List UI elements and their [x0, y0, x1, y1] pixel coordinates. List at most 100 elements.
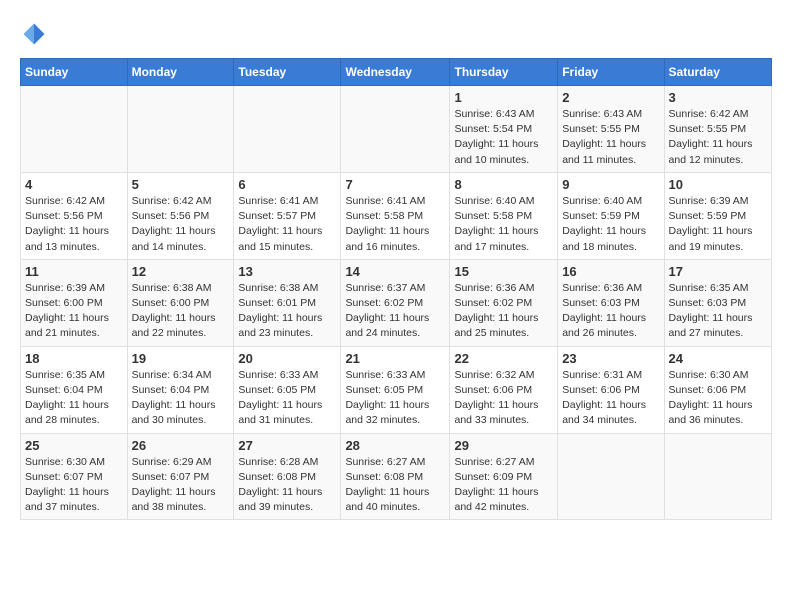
- day-number: 7: [345, 177, 445, 192]
- day-detail: Sunrise: 6:39 AM Sunset: 5:59 PM Dayligh…: [669, 194, 767, 255]
- day-number: 16: [562, 264, 659, 279]
- weekday-header-sunday: Sunday: [21, 59, 128, 86]
- calendar-week-3: 11Sunrise: 6:39 AM Sunset: 6:00 PM Dayli…: [21, 259, 772, 346]
- day-detail: Sunrise: 6:27 AM Sunset: 6:09 PM Dayligh…: [454, 455, 553, 516]
- day-detail: Sunrise: 6:42 AM Sunset: 5:55 PM Dayligh…: [669, 107, 767, 168]
- calendar-cell: 7Sunrise: 6:41 AM Sunset: 5:58 PM Daylig…: [341, 172, 450, 259]
- day-number: 14: [345, 264, 445, 279]
- day-detail: Sunrise: 6:30 AM Sunset: 6:07 PM Dayligh…: [25, 455, 123, 516]
- day-number: 19: [132, 351, 230, 366]
- calendar-cell: 21 Sunrise: 6:33 AM Sunset: 6:05 PM Dayli…: [341, 346, 450, 433]
- day-detail: Sunrise: 6:34 AM Sunset: 6:04 PM Dayligh…: [132, 368, 230, 429]
- day-number: 8: [454, 177, 553, 192]
- day-detail: Sunrise: 6:32 AM Sunset: 6:06 PM Dayligh…: [454, 368, 553, 429]
- day-number: 3: [669, 90, 767, 105]
- day-number: 28: [345, 438, 445, 453]
- day-detail: Sunrise: 6:40 AM Sunset: 5:58 PM Dayligh…: [454, 194, 553, 255]
- day-number: 24: [669, 351, 767, 366]
- day-detail: Sunrise: 6:31 AM Sunset: 6:06 PM Dayligh…: [562, 368, 659, 429]
- calendar-cell: 4 Sunrise: 6:42 AM Sunset: 5:56 PM Daylig…: [21, 172, 128, 259]
- day-number: 18: [25, 351, 123, 366]
- day-number: 29: [454, 438, 553, 453]
- calendar-cell: 14 Sunrise: 6:37 AM Sunset: 6:02 PM Dayli…: [341, 259, 450, 346]
- weekday-header-row: SundayMondayTuesdayWednesdayThursdayFrid…: [21, 59, 772, 86]
- day-detail: Sunrise: 6:42 AM Sunset: 5:56 PM Dayligh…: [132, 194, 230, 255]
- day-number: 15: [454, 264, 553, 279]
- calendar-cell: 24 Sunrise: 6:30 AM Sunset: 6:06 PM Dayli…: [664, 346, 771, 433]
- calendar-cell: 15 Sunrise: 6:36 AM Sunset: 6:02 PM Dayli…: [450, 259, 558, 346]
- day-detail: Sunrise: 6:36 AM Sunset: 6:02 PM Dayligh…: [454, 281, 553, 342]
- calendar-cell: 25 Sunrise: 6:30 AM Sunset: 6:07 PM Dayli…: [21, 433, 128, 520]
- day-detail: Sunrise: 6:33 AM Sunset: 6:05 PM Dayligh…: [238, 368, 336, 429]
- day-detail: Sunrise: 6:40 AM Sunset: 5:59 PM Dayligh…: [562, 194, 659, 255]
- day-detail: Sunrise: 6:41 AM Sunset: 5:57 PM Dayligh…: [238, 194, 336, 255]
- calendar-cell: 5 Sunrise: 6:42 AM Sunset: 5:56 PM Daylig…: [127, 172, 234, 259]
- day-detail: Sunrise: 6:29 AM Sunset: 6:07 PM Dayligh…: [132, 455, 230, 516]
- calendar-cell: 23 Sunrise: 6:31 AM Sunset: 6:06 PM Dayli…: [558, 346, 664, 433]
- calendar-cell: 6 Sunrise: 6:41 AM Sunset: 5:57 PM Daylig…: [234, 172, 341, 259]
- calendar-cell: [558, 433, 664, 520]
- calendar-table: SundayMondayTuesdayWednesdayThursdayFrid…: [20, 58, 772, 520]
- calendar-cell: 22 Sunrise: 6:32 AM Sunset: 6:06 PM Dayli…: [450, 346, 558, 433]
- calendar-cell: 26 Sunrise: 6:29 AM Sunset: 6:07 PM Dayli…: [127, 433, 234, 520]
- day-number: 1: [454, 90, 553, 105]
- calendar-cell: 1Sunrise: 6:43 AM Sunset: 5:54 PM Daylig…: [450, 86, 558, 173]
- day-number: 4: [25, 177, 123, 192]
- day-number: 6: [238, 177, 336, 192]
- calendar-cell: [127, 86, 234, 173]
- day-number: 9: [562, 177, 659, 192]
- calendar-cell: 27 Sunrise: 6:28 AM Sunset: 6:08 PM Dayli…: [234, 433, 341, 520]
- calendar-cell: 2 Sunrise: 6:43 AM Sunset: 5:55 PM Daylig…: [558, 86, 664, 173]
- logo-icon: [20, 20, 48, 48]
- calendar-cell: 17 Sunrise: 6:35 AM Sunset: 6:03 PM Dayli…: [664, 259, 771, 346]
- calendar-cell: 20 Sunrise: 6:33 AM Sunset: 6:05 PM Dayli…: [234, 346, 341, 433]
- calendar-week-4: 18 Sunrise: 6:35 AM Sunset: 6:04 PM Dayli…: [21, 346, 772, 433]
- day-number: 2: [562, 90, 659, 105]
- weekday-header-friday: Friday: [558, 59, 664, 86]
- calendar-cell: [21, 86, 128, 173]
- day-detail: Sunrise: 6:43 AM Sunset: 5:55 PM Dayligh…: [562, 107, 659, 168]
- day-number: 22: [454, 351, 553, 366]
- calendar-cell: [234, 86, 341, 173]
- calendar-cell: 19 Sunrise: 6:34 AM Sunset: 6:04 PM Dayli…: [127, 346, 234, 433]
- calendar-cell: [664, 433, 771, 520]
- calendar-cell: 8 Sunrise: 6:40 AM Sunset: 5:58 PM Daylig…: [450, 172, 558, 259]
- day-detail: Sunrise: 6:35 AM Sunset: 6:04 PM Dayligh…: [25, 368, 123, 429]
- day-number: 25: [25, 438, 123, 453]
- calendar-cell: 10 Sunrise: 6:39 AM Sunset: 5:59 PM Dayli…: [664, 172, 771, 259]
- day-number: 27: [238, 438, 336, 453]
- calendar-cell: 9 Sunrise: 6:40 AM Sunset: 5:59 PM Daylig…: [558, 172, 664, 259]
- day-number: 26: [132, 438, 230, 453]
- calendar-cell: 29 Sunrise: 6:27 AM Sunset: 6:09 PM Dayli…: [450, 433, 558, 520]
- weekday-header-wednesday: Wednesday: [341, 59, 450, 86]
- day-number: 12: [132, 264, 230, 279]
- day-detail: Sunrise: 6:33 AM Sunset: 6:05 PM Dayligh…: [345, 368, 445, 429]
- calendar-week-2: 4 Sunrise: 6:42 AM Sunset: 5:56 PM Daylig…: [21, 172, 772, 259]
- day-number: 17: [669, 264, 767, 279]
- day-detail: Sunrise: 6:42 AM Sunset: 5:56 PM Dayligh…: [25, 194, 123, 255]
- weekday-header-thursday: Thursday: [450, 59, 558, 86]
- header: [20, 20, 772, 48]
- day-detail: Sunrise: 6:37 AM Sunset: 6:02 PM Dayligh…: [345, 281, 445, 342]
- calendar-cell: [341, 86, 450, 173]
- day-detail: Sunrise: 6:35 AM Sunset: 6:03 PM Dayligh…: [669, 281, 767, 342]
- day-number: 13: [238, 264, 336, 279]
- day-detail: Sunrise: 6:38 AM Sunset: 6:00 PM Dayligh…: [132, 281, 230, 342]
- day-number: 23: [562, 351, 659, 366]
- day-number: 20: [238, 351, 336, 366]
- day-detail: Sunrise: 6:36 AM Sunset: 6:03 PM Dayligh…: [562, 281, 659, 342]
- calendar-week-5: 25 Sunrise: 6:30 AM Sunset: 6:07 PM Dayli…: [21, 433, 772, 520]
- day-detail: Sunrise: 6:30 AM Sunset: 6:06 PM Dayligh…: [669, 368, 767, 429]
- calendar-week-1: 1Sunrise: 6:43 AM Sunset: 5:54 PM Daylig…: [21, 86, 772, 173]
- calendar-cell: 16 Sunrise: 6:36 AM Sunset: 6:03 PM Dayli…: [558, 259, 664, 346]
- logo: [20, 20, 52, 48]
- day-detail: Sunrise: 6:39 AM Sunset: 6:00 PM Dayligh…: [25, 281, 123, 342]
- day-number: 21: [345, 351, 445, 366]
- calendar-cell: 3 Sunrise: 6:42 AM Sunset: 5:55 PM Daylig…: [664, 86, 771, 173]
- calendar-cell: 28Sunrise: 6:27 AM Sunset: 6:08 PM Dayli…: [341, 433, 450, 520]
- day-detail: Sunrise: 6:28 AM Sunset: 6:08 PM Dayligh…: [238, 455, 336, 516]
- day-number: 10: [669, 177, 767, 192]
- weekday-header-saturday: Saturday: [664, 59, 771, 86]
- weekday-header-tuesday: Tuesday: [234, 59, 341, 86]
- day-number: 5: [132, 177, 230, 192]
